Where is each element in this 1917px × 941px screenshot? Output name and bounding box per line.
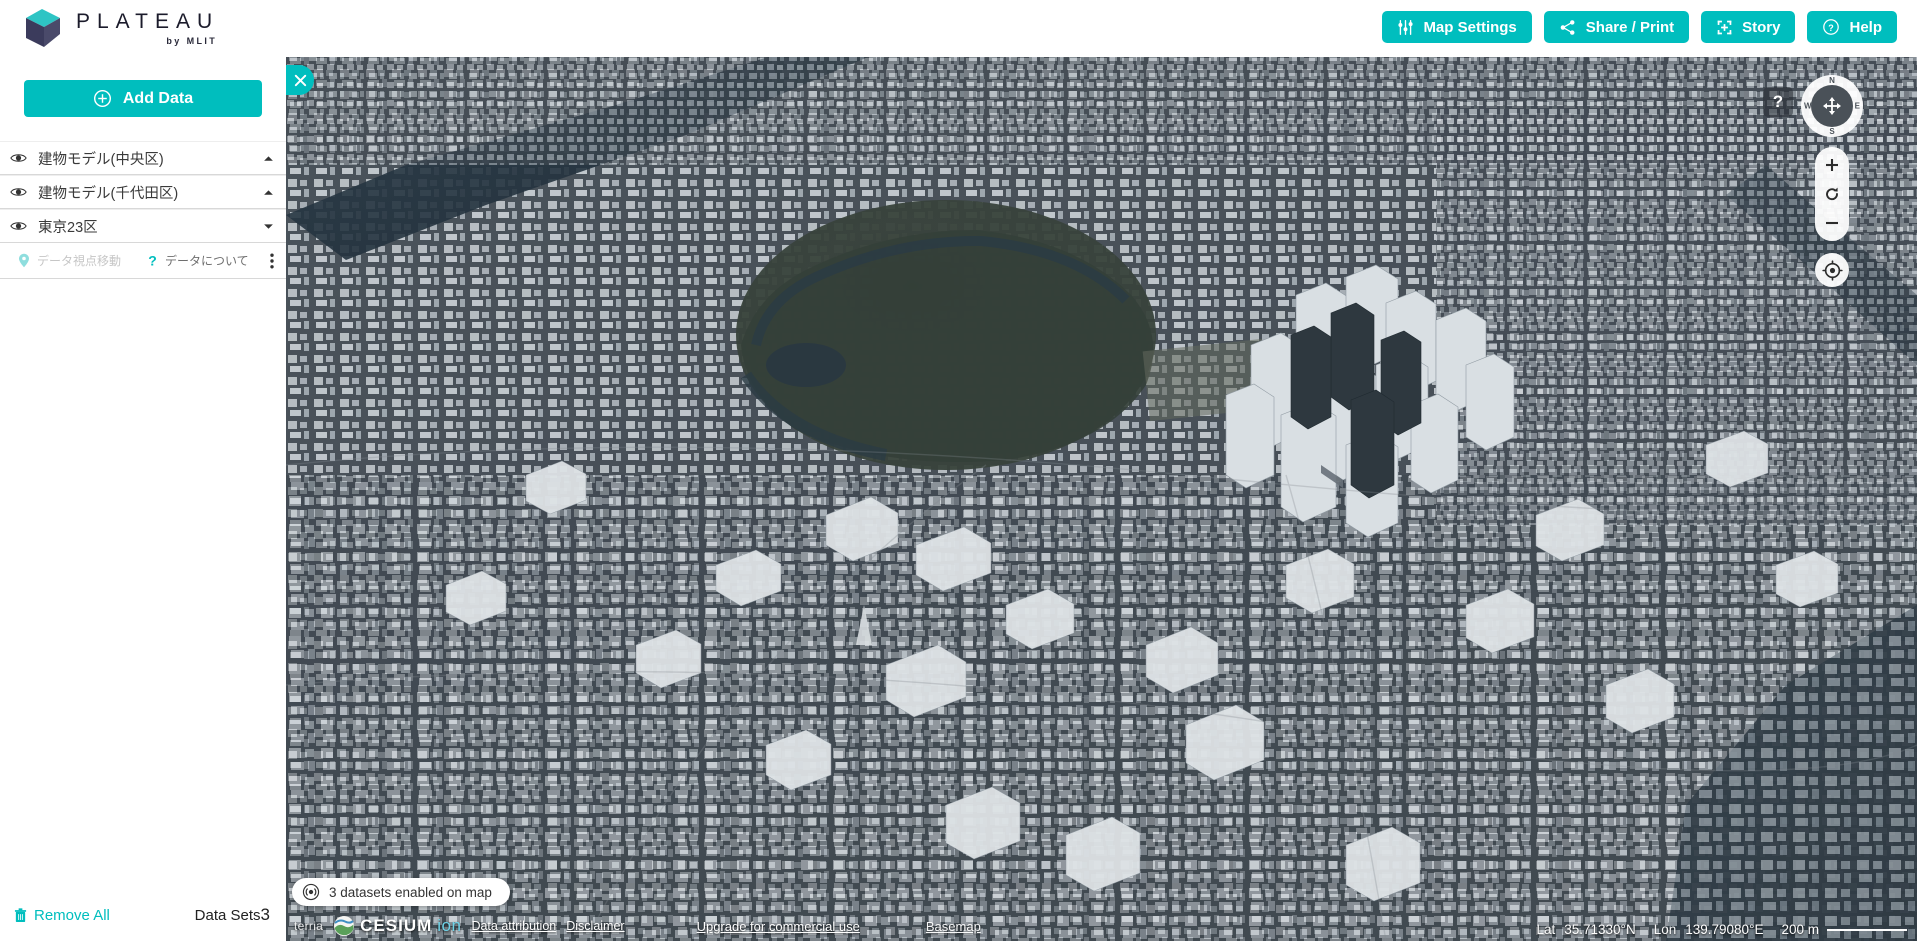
topbar-actions: Map Settings Share / Print — [1382, 11, 1897, 43]
datasets-count-label: Data Sets — [195, 907, 261, 924]
add-data-button[interactable]: Add Data — [24, 80, 262, 117]
top-bar: PLATEAU by MLIT Map Settings — [0, 0, 1917, 57]
broadcast-icon — [302, 883, 320, 901]
longitude-readout: Lon 139.79080°E — [1654, 922, 1764, 937]
compass-south-label: S — [1829, 127, 1834, 136]
question-circle-icon: ? — [1822, 18, 1840, 36]
svg-text:?: ? — [148, 253, 157, 268]
dataset-row[interactable]: 建物モデル(中央区) — [0, 141, 286, 175]
scale-bar: 200 m — [1781, 922, 1907, 937]
data-attribution-link[interactable]: Data attribution — [471, 919, 556, 933]
zoom-to-data-button[interactable]: データ視点移動 — [18, 252, 121, 269]
brand-subtitle: by MLIT — [166, 37, 217, 46]
scale-bar-line — [1827, 929, 1907, 931]
share-print-label: Share / Print — [1586, 19, 1674, 36]
dataset-tools: データ視点移動 ? データについて — [0, 243, 286, 279]
basemap-link[interactable]: Basemap — [926, 919, 981, 934]
cesium-ion-word: ion — [437, 916, 461, 936]
locate-me-button[interactable] — [1815, 253, 1849, 287]
latitude-readout: Lat 35.71330°N — [1536, 922, 1635, 937]
disclaimer-link[interactable]: Disclaimer — [566, 919, 624, 933]
coordinates-readout: Lat 35.71330°N Lon 139.79080°E 200 m — [1536, 922, 1907, 937]
zoom-reset-button[interactable] — [1819, 182, 1845, 206]
compass-west-label: W — [1804, 102, 1812, 111]
longitude-value: 139.79080°E — [1685, 922, 1763, 937]
remove-all-button[interactable]: Remove All — [14, 907, 110, 924]
sliders-icon — [1397, 19, 1414, 36]
share-print-button[interactable]: Share / Print — [1544, 11, 1689, 43]
map-settings-button[interactable]: Map Settings — [1382, 11, 1531, 43]
eye-icon[interactable] — [10, 220, 32, 232]
cesium-word: CESIUM — [360, 916, 432, 936]
datasets-count: Data Sets3 — [195, 905, 270, 925]
brand-text: PLATEAU by MLIT — [76, 11, 219, 46]
crosshair-icon — [1822, 260, 1843, 281]
navigation-help-label: ? — [1773, 92, 1783, 112]
cesium-ion-logo[interactable]: CESIUM ion — [333, 915, 461, 937]
dataset-label: 建物モデル(千代田区) — [32, 182, 260, 203]
plus-icon — [1824, 157, 1840, 173]
map-navigation-controls: N S W E — [1801, 75, 1863, 287]
story-label: Story — [1742, 19, 1780, 36]
about-data-label: データについて — [165, 252, 249, 269]
eye-icon[interactable] — [10, 152, 32, 164]
sidebar-top: Add Data — [0, 57, 286, 141]
datasets-count-value: 3 — [261, 905, 270, 924]
zoom-out-button[interactable] — [1819, 211, 1845, 235]
svg-text:?: ? — [1829, 23, 1835, 33]
dataset-label: 建物モデル(中央区) — [32, 148, 260, 169]
dataset-row[interactable]: 建物モデル(千代田区) — [0, 175, 286, 209]
plus-circle-icon — [93, 89, 112, 108]
latitude-key: Lat — [1536, 922, 1555, 937]
dataset-label: 東京23区 — [32, 216, 260, 237]
help-label: Help — [1849, 19, 1882, 36]
status-badge[interactable]: 3 datasets enabled on map — [292, 878, 510, 906]
map-pin-icon — [18, 253, 30, 268]
terria-credit[interactable]: terria — [294, 919, 323, 933]
zoom-in-button[interactable] — [1819, 153, 1845, 177]
isometric-building-icon — [24, 6, 62, 50]
brand-logo[interactable]: PLATEAU by MLIT — [24, 6, 219, 50]
story-button[interactable]: Story — [1701, 11, 1795, 43]
remove-all-label: Remove All — [34, 907, 110, 924]
share-icon — [1559, 19, 1577, 36]
zoom-controls — [1815, 147, 1849, 241]
map-settings-label: Map Settings — [1423, 19, 1516, 36]
help-button[interactable]: ? Help — [1807, 11, 1897, 43]
status-badge-label: 3 datasets enabled on map — [329, 885, 492, 900]
cesium-globe-icon — [333, 915, 355, 937]
question-mark-icon: ? — [147, 253, 158, 268]
longitude-key: Lon — [1654, 922, 1677, 937]
compass-north-label: N — [1829, 76, 1835, 85]
map-3d-scene[interactable] — [286, 45, 1917, 941]
navigation-help-button[interactable]: ? — [1763, 87, 1793, 117]
map-viewport[interactable]: ? N S W E — [286, 45, 1917, 941]
sidebar-footer: Remove All Data Sets3 — [0, 889, 286, 941]
compass-control[interactable]: N S W E — [1801, 75, 1863, 137]
chevron-up-icon[interactable] — [260, 155, 274, 162]
sidebar-spacer — [0, 279, 286, 889]
plateau-app: PLATEAU by MLIT Map Settings — [0, 0, 1917, 941]
dataset-row[interactable]: 東京23区 — [0, 209, 286, 243]
chevron-down-icon[interactable] — [260, 223, 274, 230]
reset-circle-icon — [1824, 186, 1840, 202]
compass-east-label: E — [1855, 102, 1860, 111]
move-arrows-icon[interactable] — [1822, 96, 1842, 116]
minus-icon — [1824, 215, 1840, 231]
sidebar: Add Data 建物モデル(中央区) — [0, 57, 286, 941]
dataset-list: 建物モデル(中央区) 建物モデル(千代田区) — [0, 141, 286, 279]
add-data-label: Add Data — [123, 90, 193, 108]
story-frame-icon — [1716, 19, 1733, 36]
brand-name: PLATEAU — [76, 11, 219, 32]
trash-icon — [14, 908, 27, 923]
eye-icon[interactable] — [10, 186, 32, 198]
close-icon — [293, 73, 308, 88]
kebab-menu-icon[interactable] — [270, 253, 274, 269]
zoom-to-data-label: データ視点移動 — [37, 252, 121, 269]
latitude-value: 35.71330°N — [1564, 922, 1635, 937]
upgrade-link[interactable]: Upgrade for commercial use — [697, 919, 860, 934]
about-data-button[interactable]: ? データについて — [147, 252, 249, 269]
chevron-up-icon[interactable] — [260, 189, 274, 196]
scale-label: 200 m — [1781, 922, 1819, 937]
